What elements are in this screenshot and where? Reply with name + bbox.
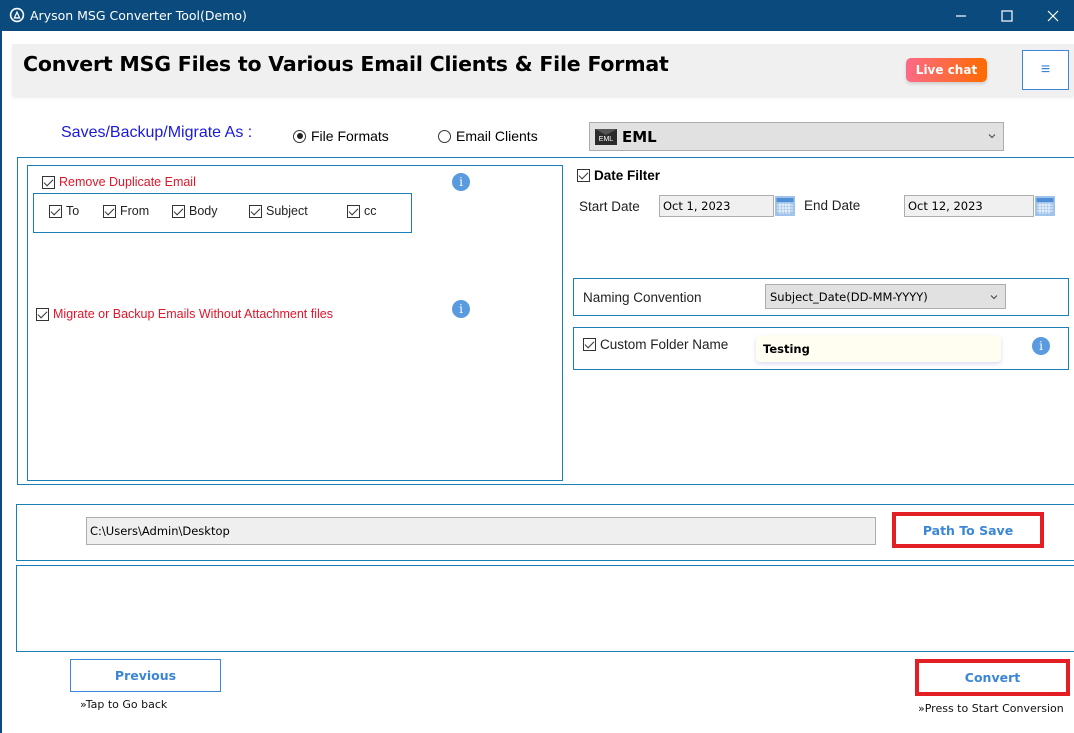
checkbox-checked-icon (347, 204, 360, 218)
save-as-label: Saves/Backup/Migrate As : (61, 124, 253, 141)
dup-field-label: Body (189, 204, 218, 218)
date-filter-checkbox[interactable]: Date Filter (577, 168, 660, 183)
menu-button[interactable]: ≡ (1022, 50, 1069, 90)
dup-field-to-checkbox[interactable]: To (49, 204, 79, 218)
end-date-label: End Date (804, 198, 861, 213)
checkbox-checked-icon (103, 204, 116, 218)
destination-path-input[interactable]: C:\Users\Admin\Desktop (86, 517, 876, 545)
dup-field-label: To (66, 204, 80, 218)
convert-button[interactable]: Convert (915, 659, 1070, 696)
dup-field-body-checkbox[interactable]: Body (172, 204, 218, 218)
minimize-icon (956, 14, 966, 17)
checkbox-checked-icon (249, 204, 262, 218)
conversion-log-area (16, 565, 1074, 652)
custom-folder-input[interactable]: Testing (756, 335, 1001, 362)
checkbox-checked-icon (42, 175, 55, 189)
naming-selected-value: Subject_Date(DD-MM-YYYY) (770, 289, 928, 304)
dup-field-from-checkbox[interactable]: From (103, 204, 149, 218)
previous-button[interactable]: Previous (70, 659, 221, 692)
eml-file-icon: EML (595, 128, 617, 145)
radio-label: File Formats (311, 128, 389, 144)
start-date-label: Start Date (579, 199, 640, 214)
custom-folder-checkbox[interactable]: Custom Folder Name (583, 337, 728, 352)
naming-convention-dropdown[interactable]: Subject_Date(DD-MM-YYYY) (765, 284, 1006, 309)
dup-field-label: cc (364, 204, 377, 218)
dup-field-label: From (120, 204, 150, 218)
minimize-button[interactable] (938, 0, 984, 31)
format-dropdown[interactable]: EML EML (589, 122, 1004, 151)
radio-label: Email Clients (456, 128, 538, 144)
checkbox-checked-icon (36, 307, 49, 321)
page-title: Convert MSG Files to Various Email Clien… (23, 52, 669, 76)
info-icon[interactable]: i (452, 173, 470, 191)
previous-hint: »Tap to Go back (80, 698, 168, 711)
live-chat-button[interactable]: Live chat (906, 58, 987, 82)
hamburger-menu-icon: ≡ (1040, 61, 1051, 78)
radio-unselected-icon (438, 129, 451, 143)
checkbox-checked-icon (172, 204, 185, 218)
path-to-save-button[interactable]: Path To Save (892, 512, 1044, 548)
header-banner: Convert MSG Files to Various Email Clien… (12, 44, 1074, 96)
end-date-input[interactable]: Oct 12, 2023 (904, 195, 1034, 217)
dup-field-label: Subject (266, 204, 308, 218)
maximize-button[interactable] (984, 0, 1030, 31)
without-attachments-label: Migrate or Backup Emails Without Attachm… (53, 307, 333, 321)
calendar-icon[interactable] (774, 195, 796, 217)
without-attachments-checkbox[interactable]: Migrate or Backup Emails Without Attachm… (36, 307, 333, 321)
date-filter-label: Date Filter (594, 168, 661, 183)
remove-duplicate-label: Remove Duplicate Email (59, 175, 196, 189)
radio-email-clients[interactable]: Email Clients (438, 128, 538, 144)
dup-field-subject-checkbox[interactable]: Subject (249, 204, 308, 218)
chevron-down-icon (990, 295, 998, 300)
close-icon (1047, 10, 1059, 21)
checkbox-checked-icon (49, 204, 62, 218)
info-icon[interactable]: i (1032, 337, 1050, 355)
radio-selected-icon (293, 129, 306, 143)
radio-file-formats[interactable]: File Formats (293, 128, 389, 144)
title-bar: Aryson MSG Converter Tool(Demo) (0, 0, 1074, 31)
convert-hint: »Press to Start Conversion (918, 702, 1064, 715)
naming-convention-label: Naming Convention (583, 290, 702, 305)
checkbox-checked-icon (577, 169, 590, 182)
app-logo-icon (9, 7, 25, 23)
maximize-icon (1001, 9, 1013, 22)
remove-duplicate-checkbox[interactable]: Remove Duplicate Email (42, 175, 196, 189)
window-border (0, 31, 2, 733)
chevron-down-icon (988, 134, 996, 139)
format-selected-value: EML (622, 127, 657, 146)
calendar-icon[interactable] (1034, 195, 1056, 217)
checkbox-checked-icon (583, 338, 596, 351)
close-button[interactable] (1030, 0, 1074, 31)
dup-field-cc-checkbox[interactable]: cc (347, 204, 377, 218)
info-icon[interactable]: i (452, 300, 470, 318)
start-date-input[interactable]: Oct 1, 2023 (659, 195, 774, 217)
window-title: Aryson MSG Converter Tool(Demo) (30, 8, 247, 23)
custom-folder-label: Custom Folder Name (600, 337, 729, 352)
